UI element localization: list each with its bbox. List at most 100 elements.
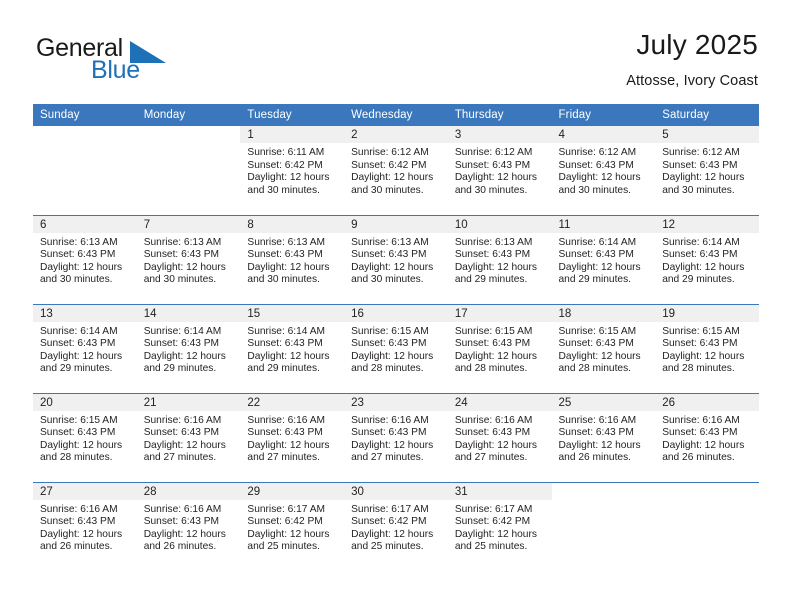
- day-number: 9: [344, 215, 448, 233]
- calendar-day-cell[interactable]: 12 Sunrise: 6:14 AM Sunset: 6:43 PM Dayligh…: [655, 214, 759, 304]
- day-number: [655, 483, 759, 500]
- day-details: Sunrise: 6:16 AM Sunset: 6:43 PM Daylight:…: [552, 411, 656, 465]
- calendar-day-cell[interactable]: 15 Sunrise: 6:14 AM Sunset: 6:43 PM Dayligh…: [240, 303, 345, 393]
- calendar-day-cell[interactable]: 16 Sunrise: 6:15 AM Sunset: 6:43 PM Dayligh…: [344, 303, 448, 393]
- weekday-header-row: Sunday Monday Tuesday Wednesday Thursday…: [33, 104, 759, 126]
- calendar-day-cell[interactable]: 3 Sunrise: 6:12 AM Sunset: 6:43 PM Daylight…: [447, 126, 552, 215]
- page-header: General Blue July 2025 Attosse, Ivory Co…: [0, 0, 792, 100]
- calendar-day-cell[interactable]: 27 Sunrise: 6:16 AM Sunset: 6:43 PM Dayligh…: [33, 481, 137, 571]
- day-details: Sunrise: 6:16 AM Sunset: 6:43 PM Daylight:…: [448, 411, 552, 465]
- sunrise-text: Sunrise: 6:15 AM: [40, 414, 118, 426]
- day-number: 27: [33, 482, 137, 500]
- sunset-text: Sunset: 6:43 PM: [143, 427, 220, 439]
- calendar-day-cell[interactable]: 8 Sunrise: 6:13 AM Sunset: 6:43 PM Daylight…: [240, 214, 345, 304]
- weekday-header-sunday: Sunday: [33, 104, 137, 126]
- weekday-header-saturday: Saturday: [655, 104, 759, 126]
- daylight-text: Daylight: 12 hours and 27 minutes.: [351, 439, 434, 464]
- sunrise-text: Sunrise: 6:13 AM: [351, 236, 429, 248]
- day-number: 21: [136, 393, 241, 411]
- sunset-text: Sunset: 6:43 PM: [662, 159, 738, 171]
- calendar-day-cell[interactable]: 11 Sunrise: 6:14 AM Sunset: 6:43 PM Dayligh…: [551, 214, 656, 304]
- daylight-text: Daylight: 12 hours and 27 minutes.: [454, 439, 537, 464]
- calendar-day-cell[interactable]: 28 Sunrise: 6:16 AM Sunset: 6:43 PM Dayligh…: [136, 481, 241, 571]
- daylight-text: Daylight: 12 hours and 26 minutes.: [662, 439, 745, 464]
- day-details: Sunrise: 6:15 AM Sunset: 6:43 PM Daylight:…: [655, 322, 759, 376]
- sunrise-text: Sunrise: 6:14 AM: [247, 325, 325, 337]
- day-details: Sunrise: 6:17 AM Sunset: 6:42 PM Daylight:…: [240, 500, 344, 554]
- daylight-text: Daylight: 12 hours and 29 minutes.: [40, 350, 123, 375]
- calendar-day-cell[interactable]: 18 Sunrise: 6:15 AM Sunset: 6:43 PM Dayligh…: [551, 303, 656, 393]
- sunrise-text: Sunrise: 6:13 AM: [143, 236, 222, 248]
- daylight-text: Daylight: 12 hours and 30 minutes.: [247, 261, 330, 286]
- calendar-day-cell[interactable]: 1 Sunrise: 6:11 AM Sunset: 6:42 PM Daylight…: [240, 126, 345, 215]
- daylight-text: Daylight: 12 hours and 30 minutes.: [351, 172, 434, 196]
- day-details: Sunrise: 6:13 AM Sunset: 6:43 PM Daylight:…: [344, 233, 448, 287]
- sunset-text: Sunset: 6:43 PM: [558, 427, 634, 439]
- daylight-text: Daylight: 12 hours and 28 minutes.: [558, 350, 641, 375]
- calendar-day-cell[interactable]: 13 Sunrise: 6:14 AM Sunset: 6:43 PM Dayligh…: [33, 303, 137, 393]
- daylight-text: Daylight: 12 hours and 29 minutes.: [558, 261, 641, 286]
- day-number: 14: [136, 304, 241, 322]
- day-number: 2: [344, 126, 448, 143]
- day-details: Sunrise: 6:13 AM Sunset: 6:43 PM Daylight:…: [240, 233, 344, 287]
- calendar-table: Sunday Monday Tuesday Wednesday Thursday…: [33, 104, 759, 571]
- sunset-text: Sunset: 6:42 PM: [351, 516, 427, 528]
- day-details: Sunrise: 6:14 AM Sunset: 6:43 PM Daylight:…: [552, 233, 656, 287]
- sunrise-text: Sunrise: 6:15 AM: [454, 325, 533, 337]
- calendar-day-cell[interactable]: 25 Sunrise: 6:16 AM Sunset: 6:43 PM Dayligh…: [551, 392, 656, 482]
- calendar-body: 1 Sunrise: 6:11 AM Sunset: 6:42 PM Daylight…: [33, 126, 759, 571]
- sunset-text: Sunset: 6:43 PM: [558, 249, 634, 261]
- calendar-day-cell[interactable]: 21 Sunrise: 6:16 AM Sunset: 6:43 PM Dayligh…: [136, 392, 241, 482]
- calendar-day-cell[interactable]: 29 Sunrise: 6:17 AM Sunset: 6:42 PM Dayligh…: [240, 481, 345, 571]
- daylight-text: Daylight: 12 hours and 29 minutes.: [247, 350, 330, 375]
- sunrise-text: Sunrise: 6:16 AM: [454, 414, 533, 426]
- daylight-text: Daylight: 12 hours and 30 minutes.: [662, 172, 745, 196]
- weekday-header-tuesday: Tuesday: [240, 104, 345, 126]
- day-details: Sunrise: 6:11 AM Sunset: 6:42 PM Daylight:…: [240, 143, 344, 197]
- sunset-text: Sunset: 6:43 PM: [40, 249, 116, 261]
- day-number: 15: [240, 304, 345, 322]
- calendar-day-cell[interactable]: 24 Sunrise: 6:16 AM Sunset: 6:43 PM Dayligh…: [447, 392, 552, 482]
- calendar-week-row: 20 Sunrise: 6:15 AM Sunset: 6:43 PM Dayligh…: [33, 392, 759, 482]
- sunset-text: Sunset: 6:43 PM: [558, 338, 634, 350]
- sunset-text: Sunset: 6:43 PM: [351, 249, 427, 261]
- calendar-day-cell[interactable]: 26 Sunrise: 6:16 AM Sunset: 6:43 PM Dayligh…: [655, 392, 759, 482]
- sunrise-text: Sunrise: 6:12 AM: [351, 147, 429, 158]
- calendar-day-cell[interactable]: 9 Sunrise: 6:13 AM Sunset: 6:43 PM Daylight…: [344, 214, 448, 304]
- day-number: 24: [447, 393, 552, 411]
- calendar-day-cell[interactable]: 17 Sunrise: 6:15 AM Sunset: 6:43 PM Dayligh…: [447, 303, 552, 393]
- day-details: Sunrise: 6:15 AM Sunset: 6:43 PM Daylight:…: [33, 411, 137, 465]
- day-number: 3: [447, 126, 552, 143]
- day-number: [33, 126, 137, 143]
- sunrise-text: Sunrise: 6:13 AM: [247, 236, 325, 248]
- sunset-text: Sunset: 6:43 PM: [662, 338, 738, 350]
- day-details: Sunrise: 6:12 AM Sunset: 6:42 PM Daylight:…: [344, 143, 448, 197]
- calendar-day-cell[interactable]: 7 Sunrise: 6:13 AM Sunset: 6:43 PM Daylight…: [136, 214, 241, 304]
- day-number: 19: [655, 304, 759, 322]
- daylight-text: Daylight: 12 hours and 27 minutes.: [247, 439, 330, 464]
- title-block: July 2025 Attosse, Ivory Coast: [338, 29, 758, 89]
- sunset-text: Sunset: 6:43 PM: [143, 249, 220, 261]
- calendar-day-cell[interactable]: 6 Sunrise: 6:13 AM Sunset: 6:43 PM Daylight…: [33, 214, 137, 304]
- calendar-day-cell[interactable]: 22 Sunrise: 6:16 AM Sunset: 6:43 PM Dayligh…: [240, 392, 345, 482]
- daylight-text: Daylight: 12 hours and 28 minutes.: [40, 439, 123, 464]
- calendar-day-cell[interactable]: 30 Sunrise: 6:17 AM Sunset: 6:42 PM Dayligh…: [344, 481, 448, 571]
- brand-logo[interactable]: General Blue: [36, 36, 266, 92]
- calendar-day-cell[interactable]: 10 Sunrise: 6:13 AM Sunset: 6:43 PM Dayligh…: [447, 214, 552, 304]
- day-details: Sunrise: 6:15 AM Sunset: 6:43 PM Daylight:…: [344, 322, 448, 376]
- sunset-text: Sunset: 6:43 PM: [143, 338, 220, 350]
- calendar-day-cell[interactable]: 31 Sunrise: 6:17 AM Sunset: 6:42 PM Dayligh…: [447, 481, 552, 571]
- calendar-day-cell[interactable]: 2 Sunrise: 6:12 AM Sunset: 6:42 PM Daylight…: [344, 126, 448, 215]
- calendar-day-cell[interactable]: 23 Sunrise: 6:16 AM Sunset: 6:43 PM Dayligh…: [344, 392, 448, 482]
- sunrise-text: Sunrise: 6:15 AM: [351, 325, 429, 337]
- day-number: 13: [33, 304, 137, 322]
- sunrise-text: Sunrise: 6:12 AM: [454, 147, 533, 158]
- day-number: 5: [655, 126, 759, 143]
- calendar-day-cell[interactable]: 4 Sunrise: 6:12 AM Sunset: 6:43 PM Daylight…: [551, 126, 656, 215]
- calendar-day-cell[interactable]: 19 Sunrise: 6:15 AM Sunset: 6:43 PM Dayligh…: [655, 303, 759, 393]
- calendar-day-cell[interactable]: 20 Sunrise: 6:15 AM Sunset: 6:43 PM Dayligh…: [33, 392, 137, 482]
- day-details: Sunrise: 6:17 AM Sunset: 6:42 PM Daylight:…: [448, 500, 552, 554]
- calendar-day-cell[interactable]: 5 Sunrise: 6:12 AM Sunset: 6:43 PM Daylight…: [655, 126, 759, 215]
- calendar-day-cell[interactable]: 14 Sunrise: 6:14 AM Sunset: 6:43 PM Dayligh…: [136, 303, 241, 393]
- day-details: Sunrise: 6:14 AM Sunset: 6:43 PM Daylight:…: [240, 322, 344, 376]
